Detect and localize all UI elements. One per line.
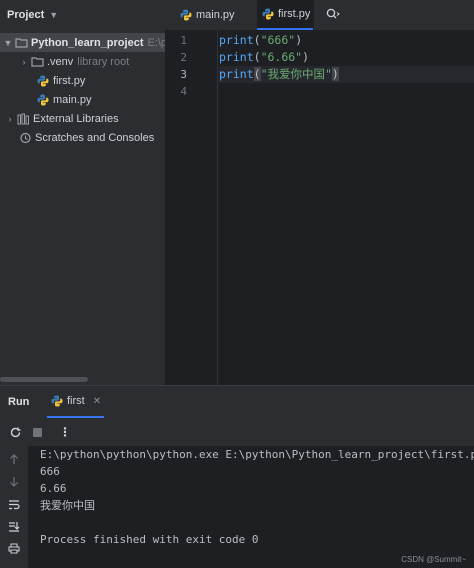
- code-line[interactable]: print("666"): [219, 32, 302, 49]
- tree-item-first-py[interactable]: first.py: [0, 71, 165, 90]
- console-line: E:\python\python\python.exe E:\python\Py…: [40, 448, 474, 461]
- string-literal: "6.66": [260, 50, 303, 64]
- line-number: 3: [180, 68, 187, 81]
- close-paren: ): [295, 33, 303, 47]
- line-number: 1: [180, 34, 187, 47]
- more-options-icon[interactable]: ⋮: [56, 423, 74, 441]
- folder-icon: [14, 37, 28, 49]
- close-paren: ): [302, 50, 310, 64]
- tree-item-label: Scratches and Consoles: [35, 131, 155, 144]
- open-paren: (: [253, 50, 261, 64]
- project-view-selector[interactable]: Project ▼: [0, 0, 165, 30]
- tree-item-project-root[interactable]: ▼ Python_learn_project E:\py: [0, 33, 165, 52]
- console-line: 我爱你中国: [40, 499, 95, 512]
- soft-wrap-icon[interactable]: [5, 495, 23, 513]
- code-line[interactable]: print("6.66"): [219, 49, 309, 66]
- project-title: Project: [7, 9, 45, 21]
- python-file-icon: [50, 395, 64, 407]
- tree-item-main-py[interactable]: main.py: [0, 90, 165, 109]
- tree-item-label: main.py: [53, 93, 92, 106]
- run-title: Run: [8, 396, 30, 408]
- collapse-arrow-icon[interactable]: ›: [18, 57, 30, 67]
- python-file-icon: [179, 9, 193, 21]
- tree-item-label: .venv: [47, 55, 74, 68]
- console-line: Process finished with exit code 0: [40, 533, 259, 546]
- tree-item-path: E:\py: [147, 36, 165, 49]
- tree-item-scratches[interactable]: Scratches and Consoles: [0, 128, 165, 147]
- run-tool-window: Run first ✕ ⋮ E:\python\python\python.ex…: [0, 385, 474, 568]
- function-name: print: [219, 50, 254, 64]
- open-paren: (: [253, 67, 261, 81]
- collapse-arrow-icon[interactable]: ›: [4, 114, 16, 124]
- close-icon[interactable]: ✕: [93, 396, 101, 407]
- tree-item-venv[interactable]: › .venv library root: [0, 52, 165, 71]
- run-header: Run first ✕: [0, 386, 474, 418]
- chevron-down-icon[interactable]: ▼: [49, 10, 58, 20]
- console-line: 666: [40, 465, 60, 478]
- open-paren: (: [253, 33, 261, 47]
- code-line-current[interactable]: print("我爱你中国"): [219, 66, 474, 83]
- scratches-icon: [18, 132, 32, 144]
- python-file-icon: [261, 8, 275, 20]
- line-number: 4: [180, 85, 187, 98]
- tab-first-py[interactable]: first.py: [257, 0, 315, 30]
- arrow-up-icon[interactable]: [5, 450, 23, 468]
- python-file-icon: [36, 94, 50, 106]
- console-output[interactable]: E:\python\python\python.exe E:\python\Py…: [28, 446, 474, 568]
- scroll-to-end-icon[interactable]: [5, 517, 23, 535]
- tab-main-py[interactable]: main.py: [175, 0, 239, 30]
- horizontal-scrollbar[interactable]: [0, 377, 88, 382]
- run-toolbar: ⋮: [0, 418, 474, 447]
- tree-item-label: first.py: [53, 74, 86, 87]
- editor-tabs: main.py first.py: [165, 0, 474, 31]
- python-file-icon: [36, 75, 50, 87]
- line-number: 2: [180, 51, 187, 64]
- search-icon[interactable]: [326, 8, 340, 23]
- search-everywhere-button[interactable]: [313, 0, 474, 30]
- function-name: print: [219, 67, 254, 81]
- arrow-down-icon[interactable]: [5, 472, 23, 490]
- run-tab-first[interactable]: first ✕: [47, 386, 105, 418]
- close-paren: ): [331, 67, 339, 81]
- string-literal: "我爱你中国": [260, 67, 332, 81]
- watermark: CSDN @Summit~: [401, 555, 466, 564]
- stop-icon[interactable]: [28, 423, 46, 441]
- string-literal: "666": [260, 33, 296, 47]
- line-number-gutter: 1 2 3 4: [165, 30, 218, 385]
- tab-label: main.py: [196, 9, 235, 21]
- print-icon[interactable]: [5, 539, 23, 557]
- expand-arrow-icon[interactable]: ▼: [2, 38, 14, 48]
- libraries-icon: [16, 113, 30, 125]
- tree-item-label: External Libraries: [33, 112, 119, 125]
- console-line: 6.66: [40, 482, 67, 495]
- tab-label: first.py: [278, 8, 311, 20]
- run-side-toolbar: [0, 446, 28, 568]
- tree-item-external-libraries[interactable]: › External Libraries: [0, 109, 165, 128]
- project-tool-window: Project ▼ ▼ Python_learn_project E:\py ›…: [0, 0, 165, 385]
- rerun-icon[interactable]: [6, 423, 24, 441]
- library-root-label: library root: [77, 55, 130, 68]
- folder-icon: [30, 56, 44, 68]
- function-name: print: [219, 33, 254, 47]
- run-tab-label: first: [67, 395, 85, 407]
- code-editor: main.py first.py 1 2 3 4 print("666") pr…: [165, 0, 474, 385]
- tree-item-label: Python_learn_project: [31, 36, 144, 49]
